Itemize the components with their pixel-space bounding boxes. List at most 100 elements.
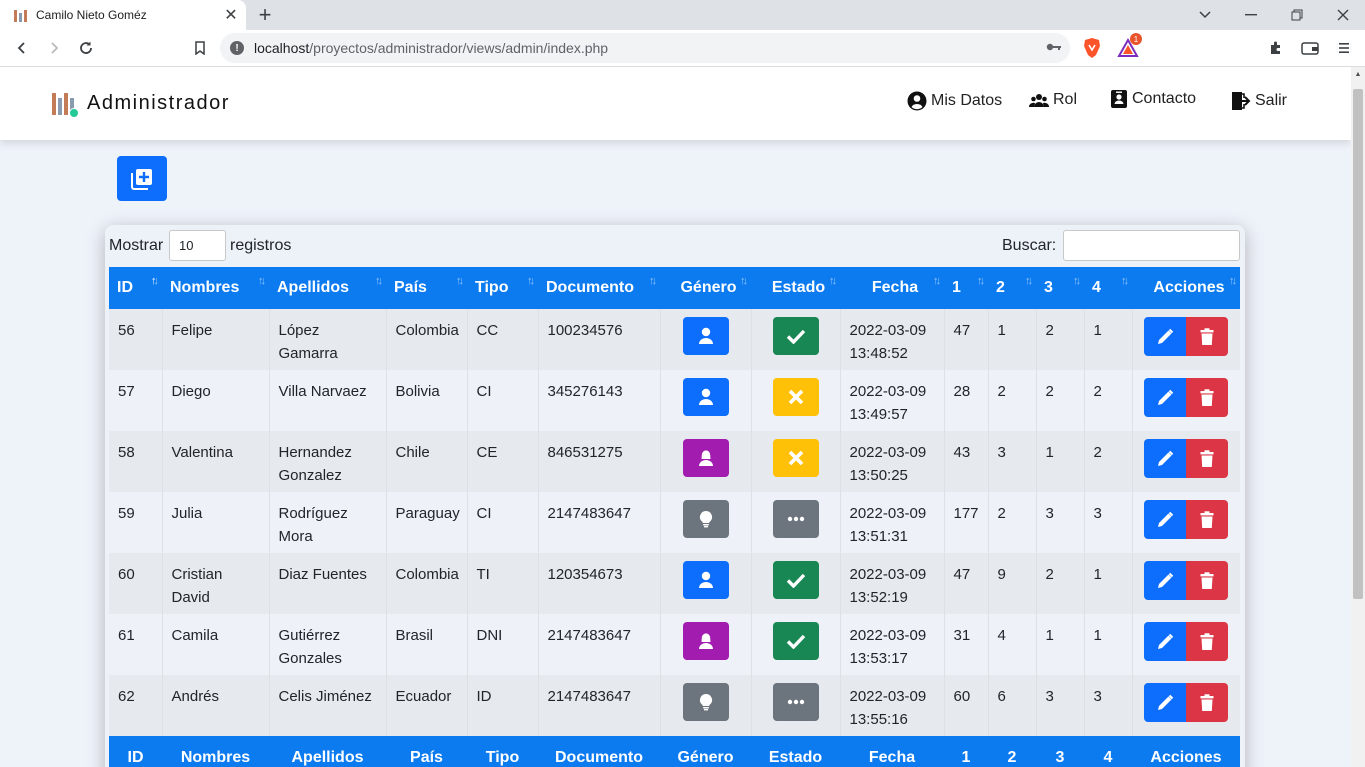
browser-tab[interactable]: Camilo Nieto Goméz ✕ xyxy=(0,0,246,30)
tab-close-icon[interactable]: ✕ xyxy=(220,4,242,26)
address-bar[interactable]: ! localhost/proyectos/administrador/view… xyxy=(220,33,1070,63)
new-tab-icon[interactable]: + xyxy=(252,2,278,28)
trash-icon xyxy=(1200,571,1214,590)
sort-arrows-icon: ↑↓ xyxy=(649,275,657,287)
wallet-icon[interactable] xyxy=(1299,37,1321,59)
search-input[interactable] xyxy=(1063,230,1240,261)
edit-button[interactable] xyxy=(1143,622,1186,661)
page-scrollbar[interactable]: ▲ xyxy=(1351,67,1365,767)
edit-button[interactable] xyxy=(1143,317,1186,356)
column-footer-c2: 2 xyxy=(988,736,1036,767)
sort-arrows-icon: ↑↓ xyxy=(1073,275,1081,287)
column-header-c3[interactable]: 3 ↑↓ xyxy=(1036,267,1084,309)
delete-button[interactable] xyxy=(1185,500,1228,539)
browser-menu-icon[interactable] xyxy=(1333,37,1355,59)
cell-apellidos: Gutiérrez Gonzales xyxy=(269,614,387,675)
pencil-icon xyxy=(1156,450,1174,468)
cell-nombres: Julia xyxy=(162,492,270,553)
menu-mis-datos[interactable]: Mis Datos xyxy=(907,91,1002,111)
table-footer-row: ID Nombres Apellidos País Tipo Documento Géner… xyxy=(109,736,1240,767)
ellipsis-icon xyxy=(787,699,805,705)
tab-search-chevron-icon[interactable] xyxy=(1182,0,1228,30)
cell-tipo: TI xyxy=(467,553,539,614)
records-label: registros xyxy=(230,237,292,254)
column-header-pais[interactable]: País ↑↓ xyxy=(386,267,467,309)
column-header-apellidos[interactable]: Apellidos ↑↓ xyxy=(269,267,386,309)
delete-button[interactable] xyxy=(1185,622,1228,661)
edit-button[interactable] xyxy=(1143,500,1186,539)
cell-fecha: 2022-03-09 13:55:16 xyxy=(840,675,945,736)
check-icon xyxy=(786,633,806,649)
brave-rewards-icon[interactable]: 1 xyxy=(1117,33,1142,59)
cell-c1: 31 xyxy=(944,614,989,675)
cell-c1: 60 xyxy=(944,675,989,736)
column-header-label: País xyxy=(394,279,427,296)
column-header-genero[interactable]: Género ↑↓ xyxy=(660,267,751,309)
cell-apellidos: Rodríguez Mora xyxy=(269,492,387,553)
pencil-icon xyxy=(1156,389,1174,407)
edit-button[interactable] xyxy=(1143,378,1186,417)
delete-button[interactable] xyxy=(1185,439,1228,478)
page-length-select[interactable]: 10 xyxy=(169,230,226,261)
delete-button[interactable] xyxy=(1185,378,1228,417)
cell-acciones xyxy=(1132,309,1240,370)
cell-documento: 2147483647 xyxy=(538,614,661,675)
bookmark-icon[interactable] xyxy=(186,34,214,62)
column-header-fecha[interactable]: Fecha ↑↓ xyxy=(840,267,944,309)
add-record-button[interactable] xyxy=(117,156,167,201)
cell-c2: 9 xyxy=(988,553,1037,614)
cell-fecha: 2022-03-09 13:50:25 xyxy=(840,431,945,492)
menu-contacto[interactable]: Contacto xyxy=(1110,89,1196,109)
close-window-icon[interactable] xyxy=(1320,0,1365,30)
back-icon[interactable] xyxy=(8,34,36,62)
menu-rol[interactable]: Rol xyxy=(1029,91,1077,109)
brave-shields-icon[interactable] xyxy=(1082,37,1102,59)
scrollbar-thumb[interactable] xyxy=(1353,89,1363,599)
delete-button[interactable] xyxy=(1185,317,1228,356)
cell-id: 57 xyxy=(109,370,163,431)
minimize-icon[interactable] xyxy=(1228,0,1274,30)
cell-estado xyxy=(751,370,841,431)
column-header-c4[interactable]: 4 ↑↓ xyxy=(1084,267,1132,309)
trash-icon xyxy=(1200,693,1214,712)
sort-arrows-icon: ↑↓ xyxy=(1121,275,1129,287)
brand[interactable]: Administrador xyxy=(52,91,230,118)
delete-button[interactable] xyxy=(1185,561,1228,600)
extensions-icon[interactable] xyxy=(1265,37,1287,59)
restore-icon[interactable] xyxy=(1274,0,1320,30)
cell-c2: 4 xyxy=(988,614,1037,675)
edit-button[interactable] xyxy=(1143,439,1186,478)
column-header-label: Fecha xyxy=(871,279,919,296)
column-header-estado[interactable]: Estado ↑↓ xyxy=(751,267,840,309)
key-icon[interactable] xyxy=(1046,40,1062,55)
column-header-c1[interactable]: 1 ↑↓ xyxy=(944,267,988,309)
delete-button[interactable] xyxy=(1185,683,1228,722)
site-info-icon[interactable]: ! xyxy=(230,41,244,55)
cell-fecha: 2022-03-09 13:48:52 xyxy=(840,309,945,370)
reload-icon[interactable] xyxy=(72,34,100,62)
column-footer-genero: Género xyxy=(660,736,751,767)
user-icon xyxy=(698,327,714,345)
scroll-up-icon[interactable]: ▲ xyxy=(1351,67,1365,81)
cell-pais: Colombia xyxy=(386,553,468,614)
column-footer-apellidos: Apellidos xyxy=(269,736,386,767)
column-header-id[interactable]: ID ↑↓ xyxy=(109,267,162,309)
trash-icon xyxy=(1200,327,1214,346)
column-header-nombres[interactable]: Nombres ↑↓ xyxy=(162,267,269,309)
column-header-tipo[interactable]: Tipo ↑↓ xyxy=(467,267,538,309)
trash-icon xyxy=(1200,632,1214,651)
forward-icon[interactable] xyxy=(40,34,68,62)
column-header-documento[interactable]: Documento ↑↓ xyxy=(538,267,660,309)
x-icon xyxy=(787,388,805,406)
cell-documento: 2147483647 xyxy=(538,492,661,553)
menu-rol-label: Rol xyxy=(1053,91,1078,108)
genero-badge xyxy=(682,683,729,721)
column-header-acciones[interactable]: Acciones ↑↓ xyxy=(1132,267,1240,309)
check-icon xyxy=(786,572,806,588)
edit-button[interactable] xyxy=(1143,561,1186,600)
cell-genero xyxy=(660,614,752,675)
column-header-c2[interactable]: 2 ↑↓ xyxy=(988,267,1036,309)
cell-genero xyxy=(660,492,752,553)
edit-button[interactable] xyxy=(1143,683,1186,722)
menu-salir[interactable]: Salir xyxy=(1231,91,1287,111)
